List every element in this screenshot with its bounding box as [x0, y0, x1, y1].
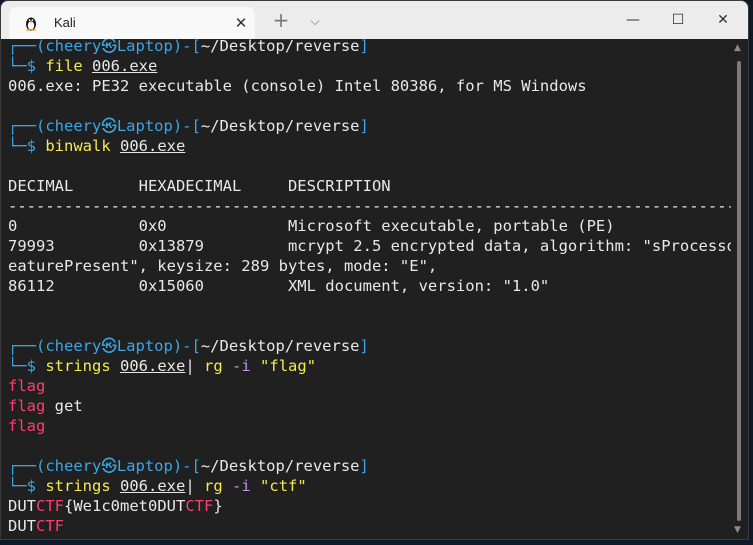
- scroll-up-icon[interactable]: ▲: [734, 43, 741, 53]
- linux-penguin-icon: [26, 17, 36, 31]
- output-line: 006.exe: PE32 executable (console) Intel…: [8, 77, 587, 95]
- maximize-button[interactable]: ☐: [655, 1, 701, 39]
- title-bar: Kali ✕ + ⌵ — ☐ ✕: [1, 1, 748, 39]
- close-window-button[interactable]: ✕: [700, 1, 746, 39]
- new-tab-button[interactable]: +: [271, 10, 291, 31]
- chevron-down-icon[interactable]: ⌵: [305, 11, 325, 31]
- table-divider: ----------------------------------------…: [8, 197, 731, 215]
- scrollbar-thumb[interactable]: [737, 61, 741, 521]
- output-line: flag get: [8, 397, 83, 415]
- command-line: └─$ binwalk 006.exe: [8, 137, 186, 155]
- output-line: DUTCTF{We1c0met0DUTCTF}: [8, 497, 223, 515]
- minimize-button[interactable]: —: [610, 1, 656, 39]
- table-row: 79993 0x13879 mcrypt 2.5 encrypted data,…: [8, 237, 731, 255]
- output-line: flag: [8, 417, 46, 435]
- command-line: └─$ strings 006.exe| rg -i "flag": [8, 357, 317, 375]
- scroll-down-icon[interactable]: ▼: [734, 525, 741, 535]
- tab-title: Kali: [54, 15, 76, 30]
- table-row: 86112 0x15060 XML document, version: "1.…: [8, 277, 550, 295]
- terminal-window: Kali ✕ + ⌵ — ☐ ✕ ┌──(cheery㉿Laptop)-[~/D…: [0, 0, 749, 540]
- table-row: eaturePresent", keysize: 289 bytes, mode…: [8, 257, 438, 275]
- prompt-line: ┌──(cheery㉿Laptop)-[~/Desktop/reverse]: [8, 337, 369, 355]
- scrollbar[interactable]: ▲ ▼: [731, 39, 748, 539]
- table-row: 0 0x0 Microsoft executable, portable (PE…: [8, 217, 615, 235]
- command-line: └─$ strings 006.exe| rg -i "ctf": [8, 477, 307, 495]
- output-line: DUTCTF: [8, 517, 64, 535]
- table-header: DECIMAL HEXADECIMAL DESCRIPTION: [8, 177, 391, 195]
- terminal-output[interactable]: ┌──(cheery㉿Laptop)-[~/Desktop/reverse] └…: [1, 39, 731, 539]
- prompt-line: ┌──(cheery㉿Laptop)-[~/Desktop/reverse]: [8, 117, 369, 135]
- prompt-line: ┌──(cheery㉿Laptop)-[~/Desktop/reverse]: [8, 39, 369, 55]
- tab-kali[interactable]: Kali ✕: [9, 7, 255, 39]
- output-line: flag: [8, 377, 46, 395]
- prompt-line: ┌──(cheery㉿Laptop)-[~/Desktop/reverse]: [8, 457, 369, 475]
- close-tab-icon[interactable]: ✕: [233, 15, 249, 31]
- command-line: └─$ file 006.exe: [8, 57, 158, 75]
